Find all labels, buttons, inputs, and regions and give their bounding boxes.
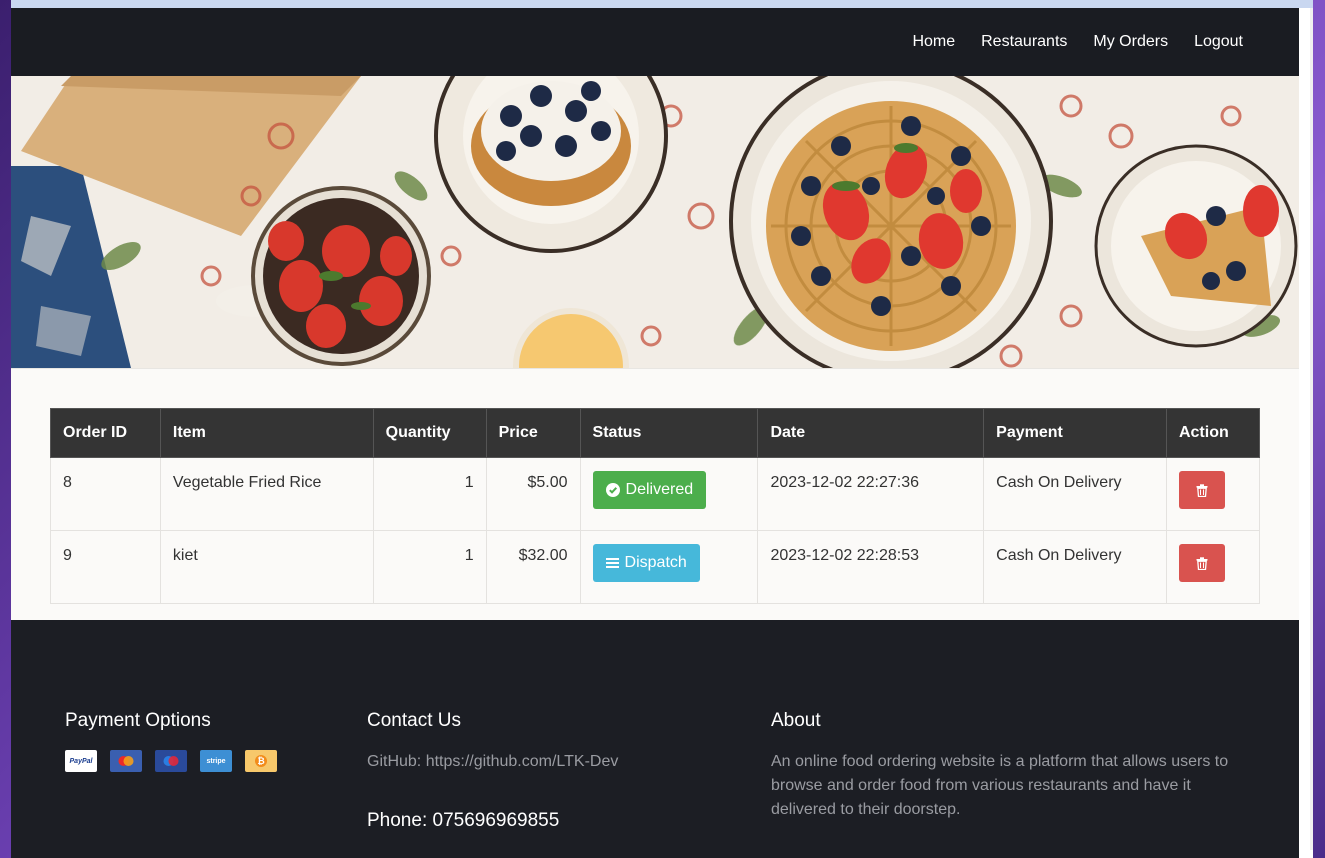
- nav-my-orders[interactable]: My Orders: [1093, 33, 1168, 51]
- footer-phone: Phone: 075696969855: [367, 810, 560, 831]
- order-status-cell: Dispatch: [579, 530, 759, 604]
- maestro-icon: [155, 750, 187, 772]
- orders-table: Order ID Item Quantity Price Status Date…: [50, 408, 1261, 604]
- order-price-cell: $32.00: [485, 530, 581, 604]
- order-payment-cell: Cash On Delivery: [983, 530, 1167, 604]
- footer-github-link[interactable]: GitHub: https://github.com/LTK-Dev: [367, 750, 618, 774]
- trash-icon: [1196, 483, 1208, 497]
- footer-contact-title: Contact Us: [367, 710, 461, 731]
- status-badge-dispatch[interactable]: Dispatch: [592, 544, 700, 582]
- status-label: Dispatch: [624, 554, 687, 571]
- status-badge-delivered[interactable]: Delivered: [592, 471, 707, 509]
- window-top-strip: [11, 0, 1313, 8]
- header-payment: Payment: [983, 408, 1167, 458]
- table-row: 9 kiet 1 $32.00 Dispatch 2023-12-02 22:2…: [50, 530, 1261, 604]
- order-id-cell: 8: [50, 457, 161, 531]
- order-quantity-cell: 1: [372, 530, 487, 604]
- nav-restaurants[interactable]: Restaurants: [981, 33, 1067, 51]
- navbar: Home Restaurants My Orders Logout: [11, 8, 1299, 76]
- footer-payment-title: Payment Options: [65, 710, 211, 731]
- order-action-cell: [1165, 457, 1261, 531]
- order-date-cell: 2023-12-02 22:27:36: [757, 457, 985, 531]
- order-id-cell: 9: [50, 530, 161, 604]
- order-item-cell: Vegetable Fried Rice: [159, 457, 374, 531]
- header-order-id: Order ID: [50, 408, 161, 458]
- order-action-cell: [1165, 530, 1261, 604]
- browser-window: Home Restaurants My Orders Logout Order …: [11, 0, 1313, 858]
- order-status-cell: Delivered: [579, 457, 759, 531]
- footer-contact: Contact Us GitHub: https://github.com/LT…: [367, 710, 618, 832]
- bars-icon: [605, 558, 619, 568]
- orders-section: Order ID Item Quantity Price Status Date…: [11, 368, 1299, 620]
- hero-illustration: [11, 76, 1299, 368]
- mastercard-icon: [110, 750, 142, 772]
- svg-text:₿: ₿: [257, 756, 264, 767]
- footer-about-text: An online food ordering website is a pla…: [771, 753, 1229, 818]
- bitcoin-icon: ₿: [245, 750, 277, 772]
- status-label: Delivered: [625, 481, 694, 498]
- table-header-row: Order ID Item Quantity Price Status Date…: [50, 408, 1261, 458]
- vertical-scrollbar[interactable]: [1310, 8, 1313, 850]
- footer-payment-options: Payment Options PayPal stripe ₿: [65, 710, 277, 772]
- header-item: Item: [159, 408, 374, 458]
- order-quantity-cell: 1: [372, 457, 487, 531]
- hero-food-image: [11, 76, 1299, 368]
- payment-icons: PayPal stripe ₿: [65, 750, 277, 772]
- header-quantity: Quantity: [372, 408, 487, 458]
- footer: Payment Options PayPal stripe ₿ Contact …: [11, 620, 1299, 858]
- check-circle-icon: [605, 483, 620, 497]
- header-date: Date: [757, 408, 985, 458]
- stripe-icon: stripe: [200, 750, 232, 772]
- order-price-cell: $5.00: [485, 457, 581, 531]
- order-payment-cell: Cash On Delivery: [983, 457, 1167, 531]
- footer-about-title: About: [771, 710, 821, 731]
- order-date-cell: 2023-12-02 22:28:53: [757, 530, 985, 604]
- table-row: 8 Vegetable Fried Rice 1 $5.00 Delivered: [50, 457, 1261, 531]
- order-item-cell: kiet: [159, 530, 374, 604]
- header-action: Action: [1165, 408, 1261, 458]
- trash-icon: [1196, 556, 1208, 570]
- delete-order-button[interactable]: [1178, 544, 1225, 582]
- paypal-icon: PayPal: [65, 750, 97, 772]
- nav-home[interactable]: Home: [912, 33, 955, 51]
- nav-logout[interactable]: Logout: [1194, 33, 1243, 51]
- header-status: Status: [579, 408, 759, 458]
- footer-about: About An online food ordering website is…: [771, 710, 1241, 822]
- header-price: Price: [485, 408, 581, 458]
- delete-order-button[interactable]: [1178, 471, 1225, 509]
